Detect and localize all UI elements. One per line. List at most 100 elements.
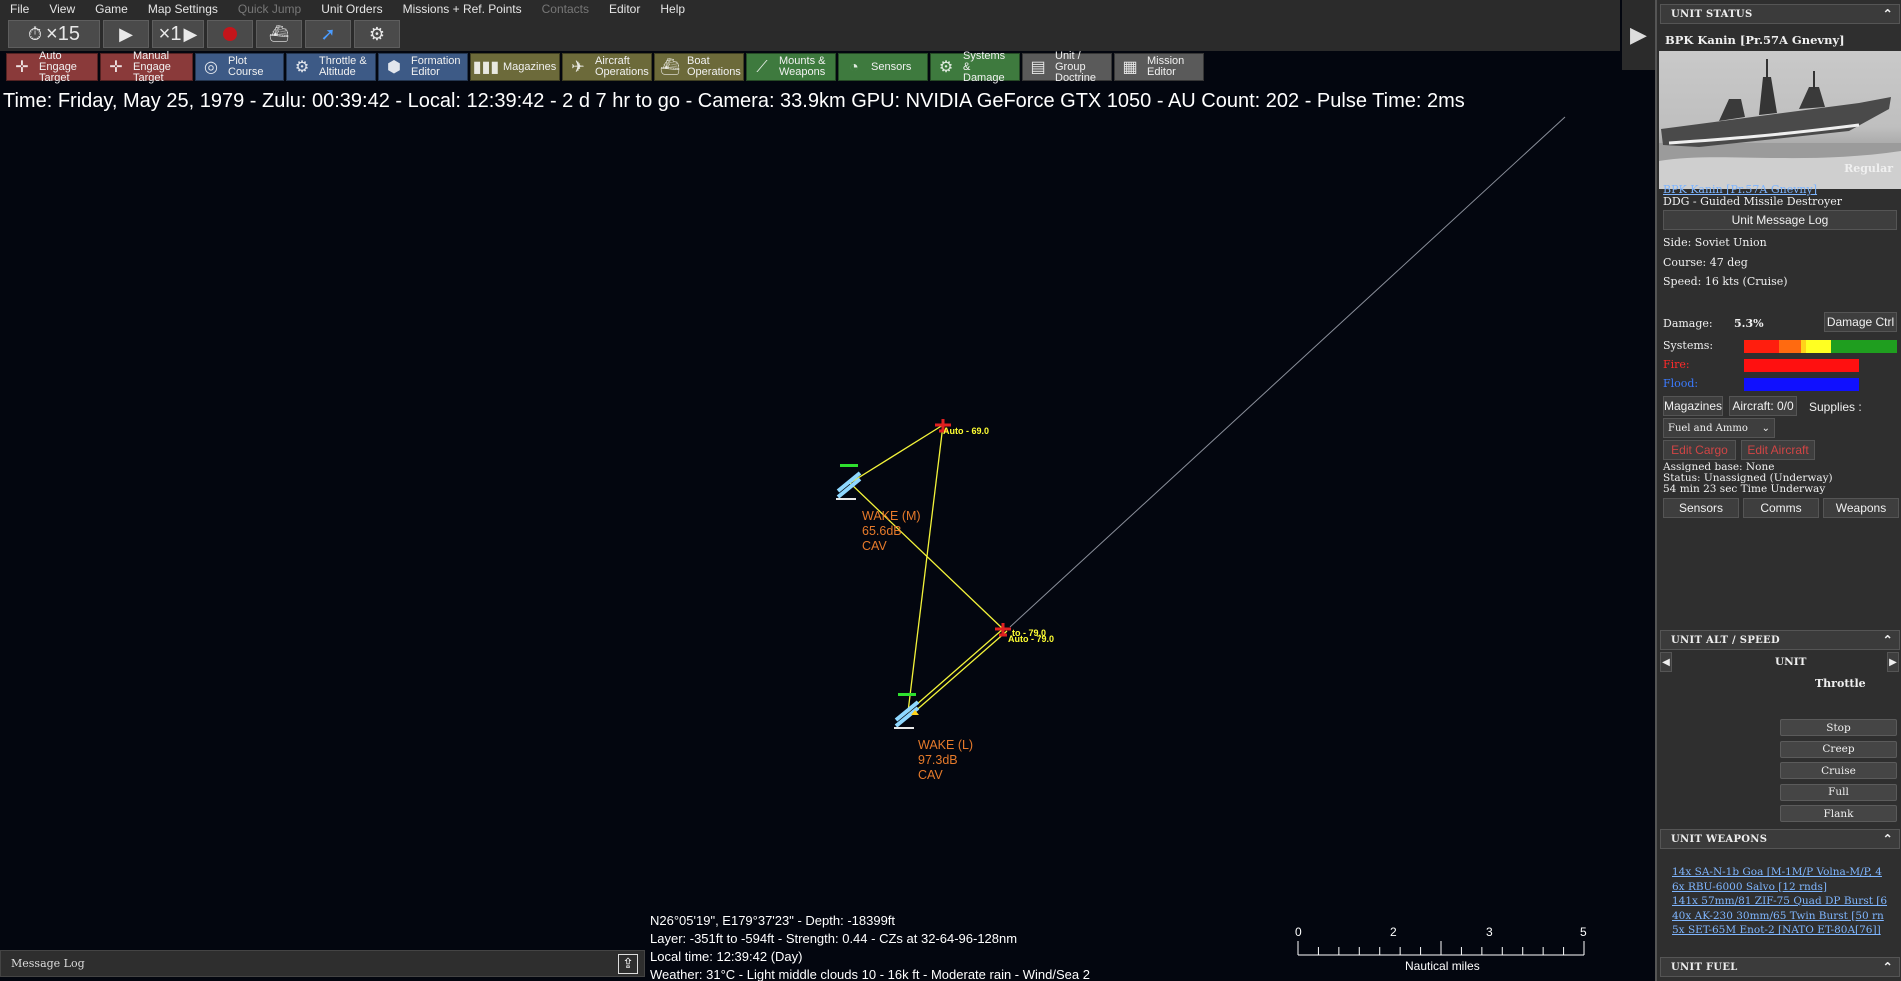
weapon-item[interactable]: 6x RBU-6000 Salvo [12 rnds] bbox=[1672, 881, 1897, 893]
throttle-label: Throttle bbox=[1815, 677, 1866, 690]
play-icon: ▶ bbox=[119, 23, 133, 44]
time-compression-button[interactable]: ⏱ ×15 bbox=[8, 20, 100, 48]
scale-tick-label: 0 bbox=[1295, 925, 1302, 939]
unit-alt-speed-header[interactable]: UNIT ALT / SPEED ⌃ bbox=[1660, 630, 1900, 650]
expand-log-button[interactable]: ⇪ bbox=[618, 953, 638, 974]
aircraft-button[interactable]: Aircraft: 0/0 bbox=[1729, 396, 1797, 416]
tactical-map[interactable]: Auto - 69.0 to - 79.0 Auto - 79.0 WAKE (… bbox=[0, 84, 1655, 981]
jump-button[interactable]: ➚ bbox=[305, 20, 351, 48]
menu-item-file[interactable]: File bbox=[0, 2, 39, 16]
unit-status-header[interactable]: UNIT STATUS ⌃ bbox=[1660, 4, 1900, 24]
menu-item-map-settings[interactable]: Map Settings bbox=[138, 2, 228, 16]
unit-type: CAV bbox=[918, 768, 943, 782]
menu-item-editor[interactable]: Editor bbox=[599, 2, 650, 16]
scale-tick-label: 2 bbox=[1390, 925, 1397, 939]
menu-item-missions-ref-points[interactable]: Missions + Ref. Points bbox=[393, 2, 532, 16]
flood-bar bbox=[1744, 378, 1859, 391]
damage-ctrl-button[interactable]: Damage Ctrl bbox=[1824, 312, 1897, 332]
alt-speed-unit-label: UNIT bbox=[1775, 656, 1807, 668]
toolbar-button-label: Systems & Damage bbox=[963, 49, 1006, 84]
speed-button-cruise[interactable]: Cruise bbox=[1780, 762, 1897, 779]
toolbar-button-label: Formation Editor bbox=[411, 55, 461, 78]
magazines-button[interactable]: Magazines bbox=[1663, 396, 1723, 416]
unit-symbol-icon[interactable] bbox=[836, 464, 862, 500]
toolbar-button-throttle-altitude[interactable]: ⚙ Throttle & Altitude bbox=[286, 53, 376, 81]
course-line bbox=[907, 628, 1004, 713]
unit-weapons-header[interactable]: UNIT WEAPONS ⌃ bbox=[1660, 829, 1900, 849]
edit-cargo-button[interactable]: Edit Cargo bbox=[1663, 440, 1736, 460]
unit-title: BPK Kanin [Pr.57A Gnevny] bbox=[1665, 33, 1845, 47]
menu-item-help[interactable]: Help bbox=[650, 2, 695, 16]
speed-button-stop[interactable]: Stop bbox=[1780, 719, 1897, 736]
gear-icon: ⚙ bbox=[368, 23, 386, 44]
collapse-icon: ⌃ bbox=[1882, 960, 1893, 974]
cursor-info: N26°05'19", E179°37'23" - Depth: -18399f… bbox=[650, 912, 1090, 981]
unit-name: WAKE (L) bbox=[918, 738, 974, 752]
toolbar-button-unit-group-doctrine[interactable]: ▤ Unit / Group Doctrine bbox=[1022, 50, 1112, 83]
systems-bar-segment bbox=[1806, 340, 1831, 353]
speed-button-full[interactable]: Full bbox=[1780, 783, 1897, 801]
prev-button[interactable]: ◀ bbox=[1660, 652, 1672, 672]
menu-item-unit-orders[interactable]: Unit Orders bbox=[311, 2, 392, 16]
toolbar-button-boat-operations[interactable]: ⛴ Boat Operations bbox=[654, 53, 744, 81]
toolbar-button-manual-engage-target[interactable]: ✛ Manual Engage Target bbox=[100, 50, 193, 83]
unit-speed: Speed: 16 kts (Cruise) bbox=[1663, 275, 1788, 288]
toolbar-button-formation-editor[interactable]: ⬢ Formation Editor bbox=[378, 53, 468, 81]
weapon-item[interactable]: 141x 57mm/81 ZIF-75 Quad DP Burst [6 bbox=[1672, 895, 1897, 907]
flood-label: Flood: bbox=[1663, 377, 1699, 390]
damage-value: 5.3% bbox=[1734, 317, 1764, 330]
toolbar-button-mounts-weapons[interactable]: ⟋ Mounts & Weapons bbox=[746, 53, 836, 81]
toolbar-button-systems-damage[interactable]: ⚙ Systems & Damage bbox=[930, 49, 1020, 84]
weapons-button[interactable]: Weapons bbox=[1823, 498, 1899, 518]
step-label: ×1 bbox=[158, 22, 182, 45]
unit-label-wake-l[interactable]: WAKE (L) 97.3dB CAV bbox=[918, 738, 973, 783]
weapon-item[interactable]: 14x SA-N-1b Goa [M-1M/P Volna-M/P, 4 bbox=[1672, 866, 1897, 878]
map-overlay bbox=[836, 116, 1566, 729]
ship-view-button[interactable]: ⛴ bbox=[256, 20, 302, 48]
menu-item-game[interactable]: Game bbox=[85, 2, 138, 16]
toolbar-button-auto-engage-target[interactable]: ✛ Auto Engage Target bbox=[6, 50, 98, 83]
message-log-bar[interactable]: Message Log ⇪ bbox=[0, 950, 645, 977]
scale-tick-label: 3 bbox=[1486, 925, 1493, 939]
edit-aircraft-button[interactable]: Edit Aircraft bbox=[1741, 440, 1815, 460]
settings-button[interactable]: ⚙ bbox=[354, 20, 400, 48]
systems-bar-segment bbox=[1779, 340, 1801, 353]
message-log-label: Message Log bbox=[11, 957, 85, 970]
step-button[interactable]: ×1 ▶ bbox=[152, 20, 204, 48]
weapon-item[interactable]: 5x SET-65M Enot-2 [NATO ET-80A[76]] bbox=[1672, 924, 1897, 936]
unit-message-log-button[interactable]: Unit Message Log bbox=[1663, 210, 1897, 230]
weapon-item[interactable]: 40x AK-230 30mm/65 Twin Burst [50 rn bbox=[1672, 910, 1897, 922]
supplies-select[interactable]: Fuel and Ammo ⌄ bbox=[1663, 418, 1775, 438]
toolbar-button-mission-editor[interactable]: ▦ Mission Editor bbox=[1114, 53, 1204, 81]
toolbar-button-magazines[interactable]: ▮▮▮ Magazines bbox=[470, 53, 560, 81]
weapons-icon: ⟋ bbox=[756, 58, 768, 76]
unit-type: DDG - Guided Missile Destroyer bbox=[1663, 195, 1842, 208]
unit-label-wake-m[interactable]: WAKE (M) 65.6dB CAV bbox=[862, 509, 921, 554]
chevron-left-icon: ◀ bbox=[1662, 656, 1670, 668]
course-line bbox=[849, 424, 944, 484]
toolbar-button-aircraft-operations[interactable]: ✈ Aircraft Operations bbox=[562, 53, 652, 81]
clock-icon: ⏱ bbox=[28, 23, 43, 44]
next-button[interactable]: ▶ bbox=[1887, 652, 1899, 672]
speed-button-creep[interactable]: Creep bbox=[1780, 740, 1897, 758]
unit-level: 97.3dB bbox=[918, 753, 958, 767]
collapse-panel-button[interactable]: ▶ bbox=[1622, 0, 1655, 70]
toolbar-button-plot-course[interactable]: ◎ Plot Course bbox=[195, 53, 284, 81]
play-button[interactable]: ▶ bbox=[103, 20, 149, 48]
record-button[interactable] bbox=[207, 20, 253, 48]
chevron-right-icon: ▶ bbox=[1630, 22, 1647, 47]
systems-bar-segment bbox=[1744, 340, 1779, 353]
chevron-right-icon: ▶ bbox=[1889, 656, 1897, 668]
scale-bar: 0 2 3 5 Nautical miles bbox=[1290, 925, 1590, 975]
sensors-button[interactable]: Sensors bbox=[1663, 498, 1739, 518]
unit-symbol-icon[interactable] bbox=[894, 693, 920, 729]
toolbar-button-sensors[interactable]: ◔ Sensors bbox=[838, 53, 928, 81]
comms-button[interactable]: Comms bbox=[1743, 498, 1819, 518]
menu-item-view[interactable]: View bbox=[39, 2, 85, 16]
toolbar-button-label: Plot Course bbox=[228, 55, 264, 78]
speed-button-flank[interactable]: Flank bbox=[1780, 805, 1897, 822]
unit-type: CAV bbox=[862, 539, 887, 553]
header-label: UNIT WEAPONS bbox=[1671, 834, 1768, 845]
aircraft-icon: ✈ bbox=[571, 58, 585, 76]
unit-fuel-header[interactable]: UNIT FUEL ⌃ bbox=[1660, 957, 1900, 977]
